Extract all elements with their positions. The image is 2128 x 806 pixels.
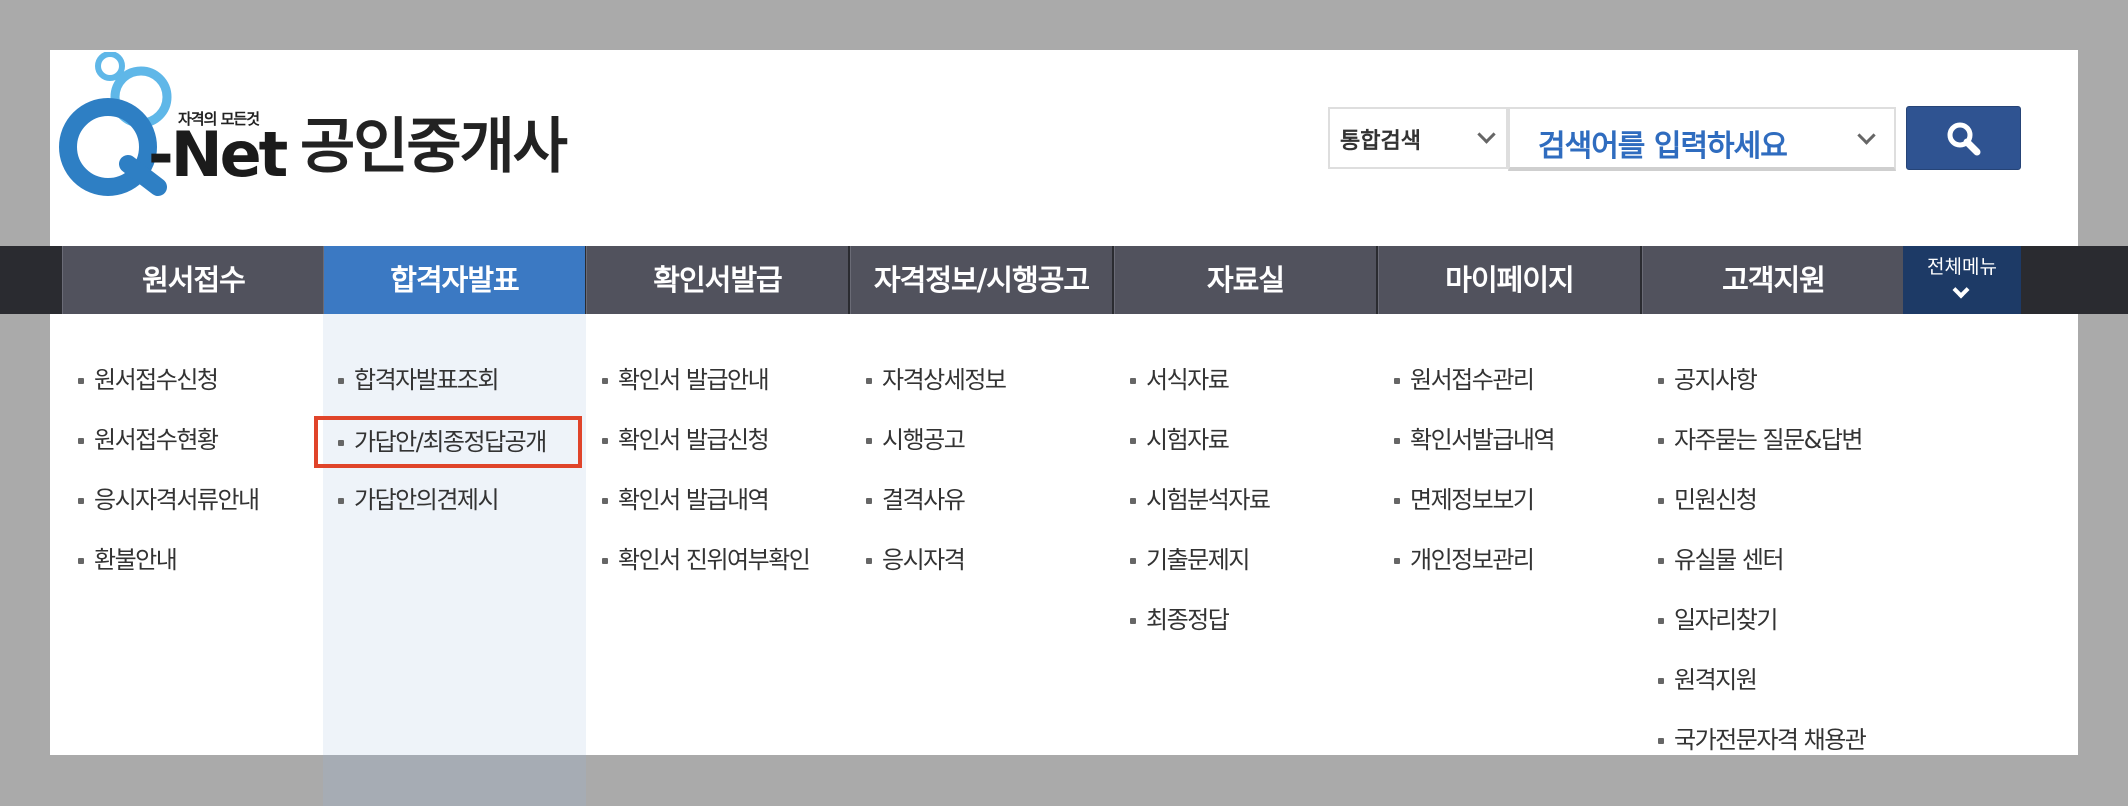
search-placeholder: 검색어를 입력하세요 (1538, 129, 1788, 164)
menu-item[interactable]: 시험분석자료 (1130, 480, 1271, 540)
menu-item[interactable]: 응시자격 (866, 540, 1005, 600)
menu-column-certificate: 확인서 발급안내 확인서 발급신청 확인서 발급내역 확인서 진위여부확인 (602, 360, 811, 600)
search-scope-label: 통합검색 (1340, 129, 1421, 154)
logo-name: -Net (148, 118, 288, 191)
search-button[interactable] (1906, 106, 2021, 170)
menu-item[interactable]: 공지사항 (1658, 360, 1865, 420)
menu-item[interactable]: 환불안내 (78, 540, 259, 600)
menu-item[interactable]: 확인서 발급내역 (602, 480, 809, 540)
menu-item[interactable]: 확인서 진위여부확인 (602, 540, 811, 600)
menu-item[interactable]: 면제정보보기 (1394, 480, 1554, 540)
menu-item[interactable]: 일자리찾기 (1658, 600, 1865, 660)
menu-column-resources: 서식자료 시험자료 시험분석자료 기출문제지 최종정답 (1130, 360, 1271, 660)
menu-item[interactable]: 최종정답 (1130, 600, 1269, 660)
menu-item-highlighted[interactable]: 가답안/최종정답공개 (314, 416, 582, 468)
menu-column-mypage: 원서접수관리 확인서발급내역 면제정보보기 개인정보관리 (1394, 360, 1556, 600)
nav-item-results[interactable]: 합격자발표 (323, 246, 585, 314)
menu-item[interactable]: 응시자격서류안내 (78, 480, 260, 540)
nav-item-qualification-info[interactable]: 자격정보/시행공고 (850, 246, 1112, 314)
menu-column-apply: 원서접수신청 원서접수현황 응시자격서류안내 환불안내 (78, 360, 260, 600)
menu-item[interactable]: 기출문제지 (1130, 540, 1269, 600)
nav-item-mypage[interactable]: 마이페이지 (1378, 246, 1640, 314)
menu-item[interactable]: 자주묻는 질문&답변 (1658, 420, 1865, 480)
menu-item[interactable]: 국가전문자격 채용관 (1658, 720, 1867, 780)
active-column-overlay (323, 755, 586, 806)
menu-item[interactable]: 가답안의견제시 (338, 480, 578, 540)
nav-item-certificate[interactable]: 확인서발급 (586, 246, 848, 314)
menu-item[interactable]: 원서접수신청 (78, 360, 259, 420)
search-input[interactable]: 검색어를 입력하세요 (1508, 107, 1896, 171)
menu-column-qualification-info: 자격상세정보 시행공고 결격사유 응시자격 (866, 360, 1007, 600)
menu-item[interactable]: 확인서 발급신청 (602, 420, 809, 480)
menu-item[interactable]: 원서접수관리 (1394, 360, 1554, 420)
nav-item-resources[interactable]: 자료실 (1114, 246, 1376, 314)
menu-item[interactable]: 확인서 발급안내 (602, 360, 809, 420)
menu-item[interactable]: 개인정보관리 (1394, 540, 1554, 600)
menu-column-support: 공지사항 자주묻는 질문&답변 민원신청 유실물 센터 일자리찾기 원격지원 국… (1658, 360, 1867, 780)
search-icon (1947, 122, 1981, 156)
nav-item-support[interactable]: 고객지원 (1642, 246, 1904, 314)
menu-item[interactable]: 합격자발표조회 (338, 360, 578, 420)
menu-item[interactable]: 시행공고 (866, 420, 1005, 480)
menu-column-results: 합격자발표조회 가답안/최종정답공개 가답안의견제시 (314, 360, 582, 540)
search-scope-select[interactable]: 통합검색 (1328, 107, 1508, 169)
chevron-down-icon (1477, 125, 1496, 144)
menu-item[interactable]: 시험자료 (1130, 420, 1269, 480)
all-menu-button[interactable]: 전체메뉴 (1903, 246, 2021, 314)
menu-item[interactable]: 유실물 센터 (1658, 540, 1865, 600)
menu-item[interactable]: 결격사유 (866, 480, 1005, 540)
menu-item[interactable]: 원격지원 (1658, 660, 1865, 720)
menu-item[interactable]: 원서접수현황 (78, 420, 259, 480)
menu-item[interactable]: 서식자료 (1130, 360, 1269, 420)
menu-item[interactable]: 자격상세정보 (866, 360, 1007, 420)
menu-item[interactable]: 확인서발급내역 (1394, 420, 1556, 480)
page-title: 공인중개사 (300, 112, 568, 182)
chevron-down-icon (1952, 281, 1970, 299)
chevron-down-icon[interactable] (1857, 126, 1876, 145)
menu-item[interactable]: 민원신청 (1658, 480, 1865, 540)
all-menu-label: 전체메뉴 (1927, 256, 1997, 278)
nav-item-apply[interactable]: 원서접수 (62, 246, 324, 314)
